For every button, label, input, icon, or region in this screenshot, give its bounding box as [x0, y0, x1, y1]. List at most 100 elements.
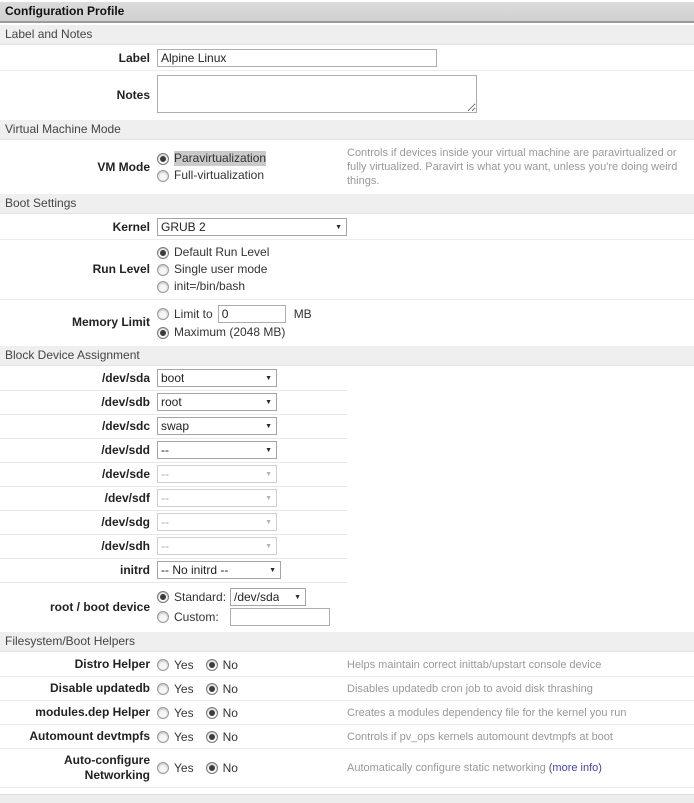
root-device-custom-input[interactable]: [230, 608, 330, 626]
dev-sdd-row: /dev/sdd -- ▼: [0, 439, 694, 463]
disable-updatedb-yes-label[interactable]: Yes: [174, 682, 194, 696]
dev-sdb-select[interactable]: root ▼: [157, 393, 277, 411]
automount-devtmpfs-no-radio[interactable]: [206, 731, 218, 743]
dropdown-arrow-icon: ▼: [265, 519, 272, 526]
dev-sdf-select: -- ▼: [157, 489, 277, 507]
run-level-default-label[interactable]: Default Run Level: [174, 245, 269, 260]
distro-helper-help-text: Helps maintain correct inittab/upstart c…: [347, 658, 694, 672]
memory-limit-to-radio[interactable]: [157, 308, 169, 320]
dev-sda-row: /dev/sda boot ▼: [0, 367, 694, 391]
kernel-select[interactable]: GRUB 2 ▼: [157, 218, 347, 236]
kernel-label: Kernel: [0, 220, 150, 235]
run-level-single-user-radio[interactable]: [157, 264, 169, 276]
disable-updatedb-yes-radio[interactable]: [157, 683, 169, 695]
dev-sda-select[interactable]: boot ▼: [157, 369, 277, 387]
vm-mode-paravirtualization-radio[interactable]: [157, 153, 169, 165]
memory-limit-row: Memory Limit Limit to MB Maximum (2048 M…: [0, 300, 694, 346]
initrd-label: initrd: [0, 563, 150, 578]
run-level-default-radio[interactable]: [157, 247, 169, 259]
run-level-init-binbash-label[interactable]: init=/bin/bash: [174, 279, 245, 294]
auto-configure-networking-no-radio[interactable]: [206, 762, 218, 774]
dropdown-arrow-icon: ▼: [265, 495, 272, 502]
modules-dep-no-radio[interactable]: [206, 707, 218, 719]
run-level-label: Run Level: [0, 262, 150, 277]
root-device-standard-label[interactable]: Standard:: [174, 590, 230, 605]
initrd-select[interactable]: -- No initrd -- ▼: [157, 561, 281, 579]
dev-sdg-select-value: --: [161, 515, 169, 529]
distro-helper-yes-radio[interactable]: [157, 659, 169, 671]
root-device-custom-label[interactable]: Custom:: [174, 610, 230, 625]
dropdown-arrow-icon: ▼: [265, 471, 272, 478]
dev-sdc-label: /dev/sdc: [0, 419, 150, 434]
section-filesystem-boot-helpers: Filesystem/Boot Helpers: [0, 632, 694, 652]
root-device-standard-radio[interactable]: [157, 591, 169, 603]
automount-devtmpfs-label: Automount devtmpfs: [0, 729, 150, 744]
dev-sdh-row: /dev/sdh -- ▼: [0, 535, 694, 559]
dev-sde-row: /dev/sde -- ▼: [0, 463, 694, 487]
root-boot-device-label: root / boot device: [0, 600, 150, 615]
dropdown-arrow-icon: ▼: [265, 423, 272, 430]
root-device-standard-value: /dev/sda: [234, 590, 279, 605]
memory-limit-maximum-label[interactable]: Maximum (2048 MB): [174, 325, 285, 340]
vm-mode-paravirtualization-label[interactable]: Paravirtualization: [174, 151, 266, 166]
dev-sdg-select: -- ▼: [157, 513, 277, 531]
notes-row: Notes: [0, 71, 694, 120]
run-level-single-user-label[interactable]: Single user mode: [174, 262, 267, 277]
dropdown-arrow-icon: ▼: [335, 224, 342, 231]
modules-dep-helper-label: modules.dep Helper: [0, 705, 150, 720]
auto-configure-networking-no-label[interactable]: No: [223, 761, 238, 775]
section-virtual-machine-mode: Virtual Machine Mode: [0, 120, 694, 140]
distro-helper-no-radio[interactable]: [206, 659, 218, 671]
automount-devtmpfs-row: Automount devtmpfs Yes No Controls if pv…: [0, 725, 694, 749]
memory-limit-to-label[interactable]: Limit to: [174, 307, 213, 322]
vm-mode-full-virtualization-radio[interactable]: [157, 170, 169, 182]
more-info-link[interactable]: (more info): [549, 762, 602, 774]
dropdown-arrow-icon: ▼: [265, 447, 272, 454]
memory-limit-input[interactable]: [218, 305, 286, 323]
automount-devtmpfs-yes-radio[interactable]: [157, 731, 169, 743]
run-level-row: Run Level Default Run Level Single user …: [0, 240, 694, 300]
dev-sdg-label: /dev/sdg: [0, 515, 150, 530]
memory-limit-maximum-radio[interactable]: [157, 327, 169, 339]
dev-sdb-label: /dev/sdb: [0, 395, 150, 410]
root-device-custom-radio[interactable]: [157, 611, 169, 623]
kernel-row: Kernel GRUB 2 ▼: [0, 215, 694, 240]
dev-sdf-select-value: --: [161, 491, 169, 505]
dropdown-arrow-icon: ▼: [265, 399, 272, 406]
notes-textarea[interactable]: [157, 75, 477, 113]
auto-configure-networking-yes-label[interactable]: Yes: [174, 761, 194, 775]
vm-mode-row: VM Mode Paravirtualization Full-virtuali…: [0, 141, 694, 194]
disable-updatedb-label: Disable updatedb: [0, 681, 150, 696]
label-row: Label: [0, 46, 694, 71]
distro-helper-yes-label[interactable]: Yes: [174, 658, 194, 672]
dev-sdc-select[interactable]: swap ▼: [157, 417, 277, 435]
vm-mode-full-virtualization-label[interactable]: Full-virtualization: [174, 168, 264, 183]
disable-updatedb-no-radio[interactable]: [206, 683, 218, 695]
disable-updatedb-no-label[interactable]: No: [223, 682, 238, 696]
auto-configure-networking-label: Auto-configure Networking: [0, 753, 150, 783]
modules-dep-yes-label[interactable]: Yes: [174, 706, 194, 720]
automount-devtmpfs-yes-label[interactable]: Yes: [174, 730, 194, 744]
dropdown-arrow-icon: ▼: [265, 375, 272, 382]
section-boot-settings: Boot Settings: [0, 194, 694, 214]
run-level-init-binbash-radio[interactable]: [157, 281, 169, 293]
dev-sdd-select[interactable]: -- ▼: [157, 441, 277, 459]
label-input[interactable]: [157, 49, 437, 67]
automount-devtmpfs-no-label[interactable]: No: [223, 730, 238, 744]
root-device-standard-select[interactable]: /dev/sda ▼: [230, 588, 306, 606]
page-title: Configuration Profile: [0, 2, 694, 23]
modules-dep-help-text: Creates a modules dependency file for th…: [347, 706, 694, 720]
dev-sda-select-value: boot: [161, 371, 184, 385]
modules-dep-no-label[interactable]: No: [223, 706, 238, 720]
kernel-select-value: GRUB 2: [161, 220, 206, 234]
vm-mode-help-text: Controls if devices inside your virtual …: [347, 146, 694, 188]
dev-sde-select-value: --: [161, 467, 169, 481]
root-boot-device-row: root / boot device Standard: /dev/sda ▼ …: [0, 583, 694, 632]
dropdown-arrow-icon: ▼: [269, 567, 276, 574]
section-label-and-notes: Label and Notes: [0, 25, 694, 45]
distro-helper-no-label[interactable]: No: [223, 658, 238, 672]
modules-dep-yes-radio[interactable]: [157, 707, 169, 719]
dev-sdd-select-value: --: [161, 443, 169, 457]
auto-configure-networking-yes-radio[interactable]: [157, 762, 169, 774]
dev-sdc-select-value: swap: [161, 419, 189, 433]
